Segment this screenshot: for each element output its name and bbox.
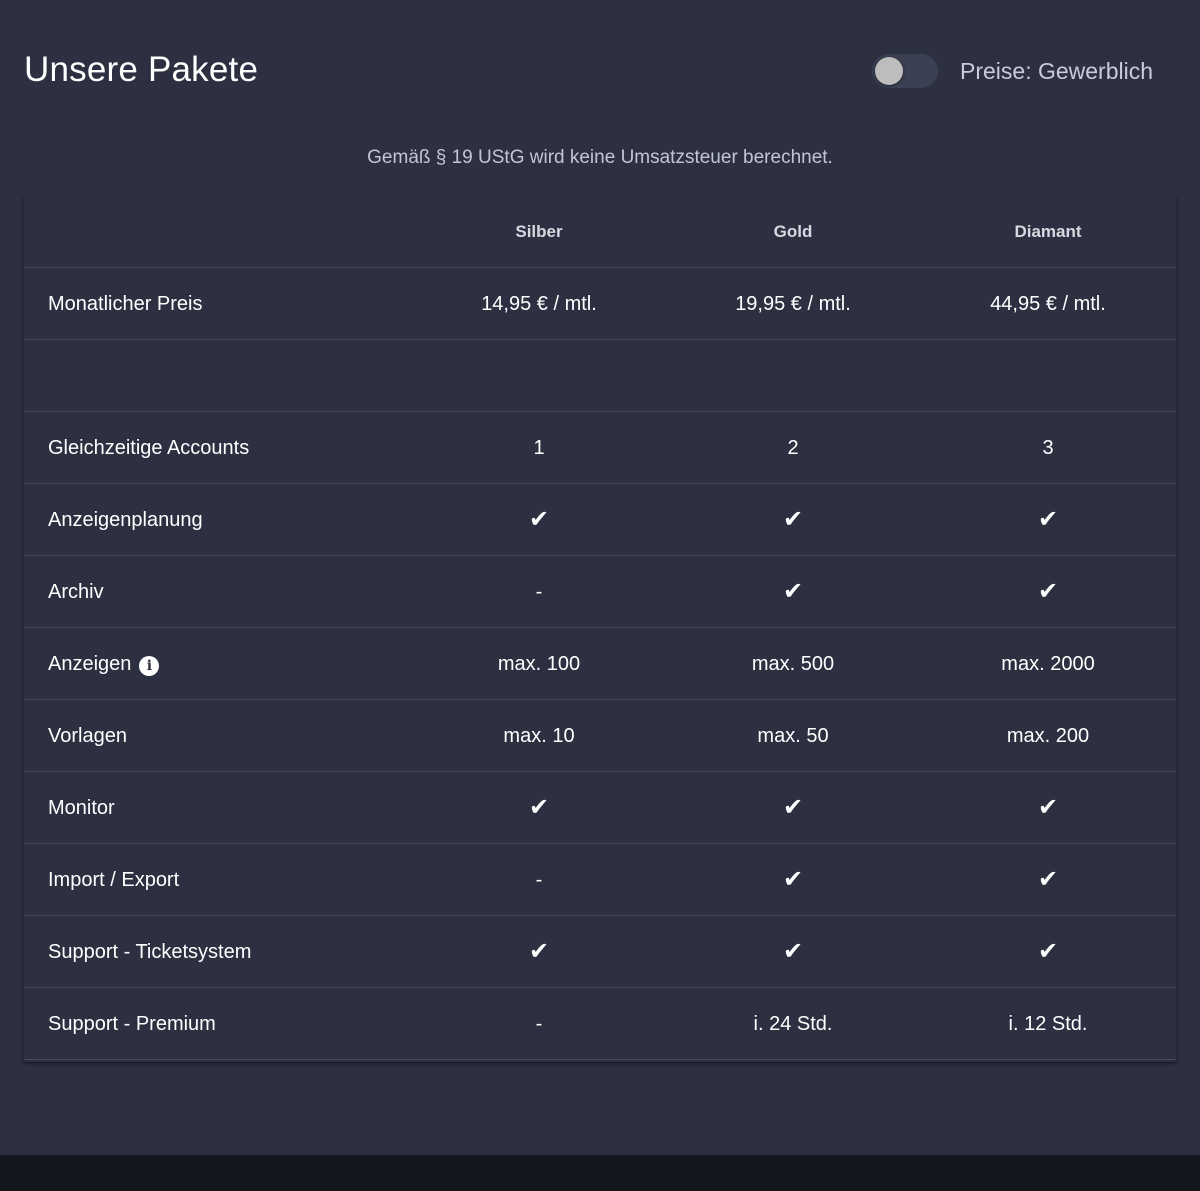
row-label-text: Anzeigen: [48, 653, 132, 675]
table-row: Archiv - ✔ ✔: [24, 556, 1176, 628]
row-label: Vorlagen: [48, 700, 127, 772]
cell-diamant: ✔: [1037, 578, 1059, 605]
row-label-text: Support - Premium: [48, 1013, 216, 1035]
cell-silber: 1: [533, 437, 545, 459]
cell-gold: 19,95 € / mtl.: [735, 293, 851, 315]
row-label: Support - Ticketsystem: [48, 916, 251, 988]
bottom-bar: [0, 1155, 1200, 1191]
row-label-text: Vorlagen: [48, 725, 127, 747]
row-label-text: Monitor: [48, 797, 115, 819]
cell-gold: ✔: [782, 866, 804, 893]
table-row: [24, 340, 1176, 412]
table-row: Support - Ticketsystem ✔ ✔ ✔: [24, 916, 1176, 988]
row-label-text: Archiv: [48, 581, 104, 603]
cell-gold: 2: [787, 437, 799, 459]
page-title: Unsere Pakete: [24, 50, 259, 89]
cell-silber: max. 100: [497, 653, 581, 675]
table-row: Monitor ✔ ✔ ✔: [24, 772, 1176, 844]
table-row: Anzeigen i max. 100 max. 500 max. 2000: [24, 628, 1176, 700]
table-row: Anzeigenplanung ✔ ✔ ✔: [24, 484, 1176, 556]
cell-silber: ✔: [528, 506, 550, 533]
cell-gold: ✔: [782, 578, 804, 605]
column-header-silber: Silber: [515, 222, 563, 241]
cell-silber: -: [535, 581, 543, 603]
cell-silber: 14,95 € / mtl.: [481, 293, 597, 315]
cell-silber: -: [535, 869, 543, 891]
cell-gold: max. 50: [757, 725, 829, 747]
row-label-text: Import / Export: [48, 869, 180, 891]
cell-silber: ✔: [528, 794, 550, 821]
cell-silber: ✔: [528, 938, 550, 965]
cell-silber: max. 10: [503, 725, 575, 747]
cell-diamant: [938, 340, 1158, 412]
cell-diamant: ✔: [1037, 794, 1059, 821]
table-row: Gleichzeitige Accounts 1 2 3: [24, 412, 1176, 484]
row-label-text: Anzeigenplanung: [48, 509, 203, 531]
column-header-diamant: Diamant: [1014, 222, 1082, 241]
row-label-text: Monatlicher Preis: [48, 293, 203, 315]
cell-gold: max. 500: [751, 653, 835, 675]
row-label: Support - Premium: [48, 988, 216, 1060]
cell-silber: -: [535, 1013, 543, 1035]
cell-gold: [683, 340, 903, 412]
cell-diamant: ✔: [1037, 938, 1059, 965]
cell-gold: ✔: [782, 506, 804, 533]
table-row: Monatlicher Preis 14,95 € / mtl. 19,95 € /…: [24, 268, 1176, 340]
cell-diamant: max. 200: [1006, 725, 1090, 747]
column-header-gold: Gold: [773, 222, 813, 241]
toggle-label: Preise: Gewerblich: [960, 58, 1154, 84]
row-label: Monitor: [48, 772, 115, 844]
table-header-row: Silber Gold Diamant: [24, 196, 1176, 268]
cell-gold: i. 24 Std.: [753, 1013, 833, 1035]
cell-gold: ✔: [782, 938, 804, 965]
cell-diamant: 3: [1042, 437, 1054, 459]
price-type-toggle[interactable]: [872, 54, 938, 88]
row-label: Gleichzeitige Accounts: [48, 412, 249, 484]
row-label: Import / Export: [48, 844, 179, 916]
row-label-text: Gleichzeitige Accounts: [48, 437, 250, 459]
row-label: Anzeigen i: [48, 628, 160, 700]
packages-table: Silber Gold Diamant Monatlicher Preis 14,…: [24, 196, 1176, 1062]
cell-silber: [429, 340, 649, 412]
packages-card: Unsere Pakete Preise: Gewerblich Gemäß §…: [0, 0, 1200, 1155]
row-label: Monatlicher Preis: [48, 268, 203, 340]
row-label: Anzeigenplanung: [48, 484, 203, 556]
cell-diamant: ✔: [1037, 506, 1059, 533]
tax-note: Gemäß § 19 UStG wird keine Umsatzsteuer …: [367, 147, 833, 168]
cell-diamant: ✔: [1037, 866, 1059, 893]
toggle-knob: [875, 57, 903, 85]
cell-diamant: 44,95 € / mtl.: [990, 293, 1106, 315]
table-row: Support - Premium - i. 24 Std. i. 12 Std.: [24, 988, 1176, 1060]
cell-diamant: max. 2000: [1001, 653, 1095, 675]
table-row: Vorlagen max. 10 max. 50 max. 200: [24, 700, 1176, 772]
cell-gold: ✔: [782, 794, 804, 821]
table-row: Import / Export - ✔ ✔: [24, 844, 1176, 916]
cell-diamant: i. 12 Std.: [1008, 1013, 1088, 1035]
info-icon[interactable]: i: [139, 655, 160, 676]
row-label-text: Support - Ticketsystem: [48, 941, 252, 963]
row-label: Archiv: [48, 556, 104, 628]
